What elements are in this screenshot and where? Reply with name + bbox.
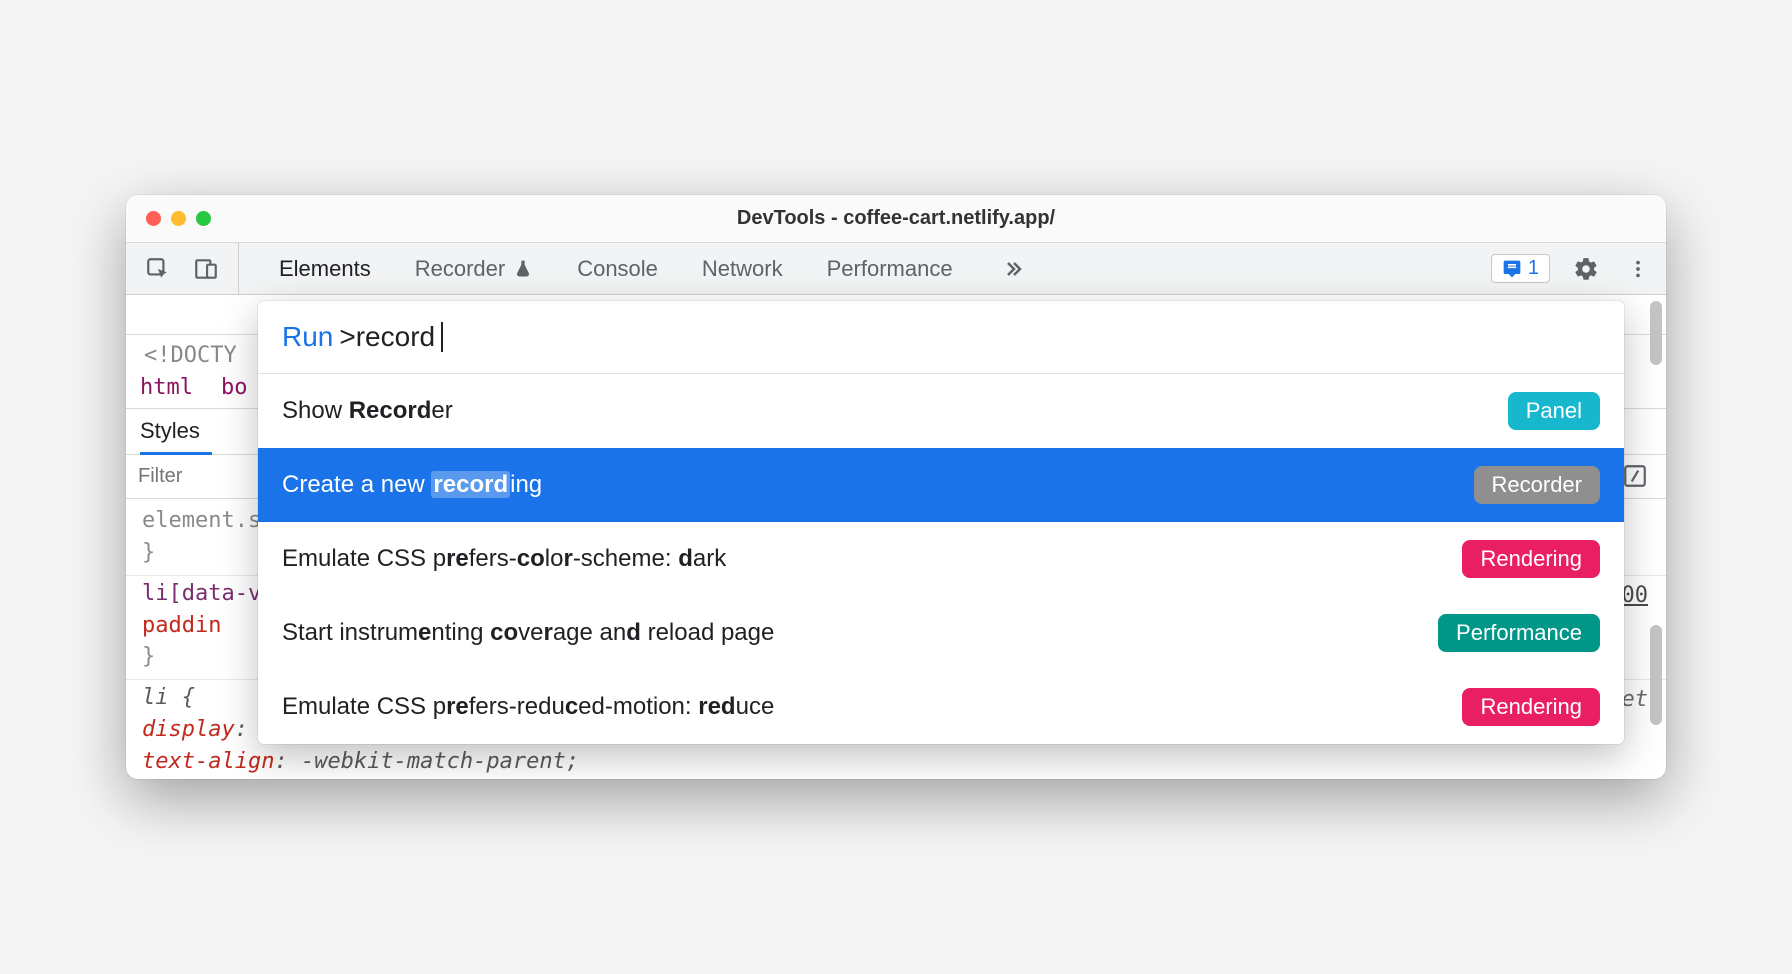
tab-recorder[interactable]: Recorder bbox=[415, 256, 533, 282]
devtools-tabstrip: Elements Recorder Console Network Perfor… bbox=[126, 243, 1666, 295]
tabstrip-left-tools bbox=[134, 243, 239, 294]
breadcrumb-html[interactable]: html bbox=[140, 375, 193, 400]
command-menu-item[interactable]: Start instrumenting coverage and reload … bbox=[258, 596, 1624, 670]
devtools-tabs: Elements Recorder Console Network Perfor… bbox=[239, 243, 1491, 294]
tabstrip-right-tools: 1 bbox=[1491, 243, 1654, 294]
kebab-menu-icon[interactable] bbox=[1622, 253, 1654, 285]
command-item-badge: Rendering bbox=[1462, 540, 1600, 578]
command-menu-item[interactable]: Create a new recording Recorder bbox=[258, 448, 1624, 522]
device-toolbar-icon[interactable] bbox=[190, 253, 222, 285]
tab-network[interactable]: Network bbox=[702, 256, 783, 282]
toggle-computed-icon[interactable] bbox=[1622, 463, 1648, 489]
traffic-lights bbox=[146, 211, 211, 226]
command-menu-list: Show Recorder Panel Create a new recording… bbox=[258, 374, 1624, 744]
tab-styles[interactable]: Styles bbox=[140, 412, 212, 455]
command-menu-input[interactable]: Run >record bbox=[258, 301, 1624, 374]
rule-selector: li[data-v bbox=[142, 581, 261, 606]
command-item-label: Create a new recording bbox=[282, 471, 542, 499]
rule-property: paddin bbox=[142, 613, 221, 638]
command-menu-item[interactable]: Emulate CSS prefers-reduced-motion: redu… bbox=[258, 670, 1624, 744]
window-title: DevTools - coffee-cart.netlify.app/ bbox=[126, 207, 1666, 230]
command-item-badge: Performance bbox=[1438, 614, 1600, 652]
command-item-label: Show Recorder bbox=[282, 397, 453, 425]
rule-val-textalign: -webkit-match-parent; bbox=[301, 749, 579, 774]
command-menu-item[interactable]: Show Recorder Panel bbox=[258, 374, 1624, 448]
command-item-label: Emulate CSS prefers-color-scheme: dark bbox=[282, 545, 726, 573]
text-caret bbox=[441, 322, 443, 352]
titlebar: DevTools - coffee-cart.netlify.app/ bbox=[126, 195, 1666, 243]
rule-selector: element.s bbox=[142, 508, 261, 533]
devtools-window: DevTools - coffee-cart.netlify.app/ Elem… bbox=[126, 195, 1666, 779]
command-query: >record bbox=[339, 321, 435, 353]
flask-icon bbox=[513, 259, 533, 279]
command-prefix: Run bbox=[282, 321, 333, 353]
scrollbar-thumb[interactable] bbox=[1650, 625, 1662, 725]
close-window-button[interactable] bbox=[146, 211, 161, 226]
tab-recorder-label: Recorder bbox=[415, 256, 505, 282]
fullscreen-window-button[interactable] bbox=[196, 211, 211, 226]
command-menu: Run >record Show Recorder Panel Create a n… bbox=[258, 301, 1624, 744]
settings-icon[interactable] bbox=[1570, 253, 1602, 285]
tab-console[interactable]: Console bbox=[577, 256, 658, 282]
command-item-badge: Panel bbox=[1508, 392, 1600, 430]
breadcrumb-body[interactable]: bo bbox=[221, 375, 248, 400]
issues-icon bbox=[1502, 259, 1522, 279]
more-tabs-icon[interactable] bbox=[997, 253, 1029, 285]
scrollbar-thumb[interactable] bbox=[1650, 301, 1662, 365]
command-item-label: Emulate CSS prefers-reduced-motion: redu… bbox=[282, 693, 774, 721]
issues-count: 1 bbox=[1528, 257, 1539, 280]
command-item-badge: Recorder bbox=[1474, 466, 1600, 504]
inspect-element-icon[interactable] bbox=[142, 253, 174, 285]
dom-doctype: <!DOCTY bbox=[144, 343, 237, 368]
tab-performance[interactable]: Performance bbox=[827, 256, 953, 282]
rule-selector: li { bbox=[142, 685, 195, 710]
tab-elements[interactable]: Elements bbox=[279, 256, 371, 282]
minimize-window-button[interactable] bbox=[171, 211, 186, 226]
command-item-label: Start instrumenting coverage and reload … bbox=[282, 619, 774, 647]
command-menu-item[interactable]: Emulate CSS prefers-color-scheme: dark Re… bbox=[258, 522, 1624, 596]
issues-badge[interactable]: 1 bbox=[1491, 254, 1550, 283]
rule-prop-textalign: text-align bbox=[142, 749, 274, 774]
rule-prop-display: display bbox=[142, 717, 235, 742]
command-item-badge: Rendering bbox=[1462, 688, 1600, 726]
